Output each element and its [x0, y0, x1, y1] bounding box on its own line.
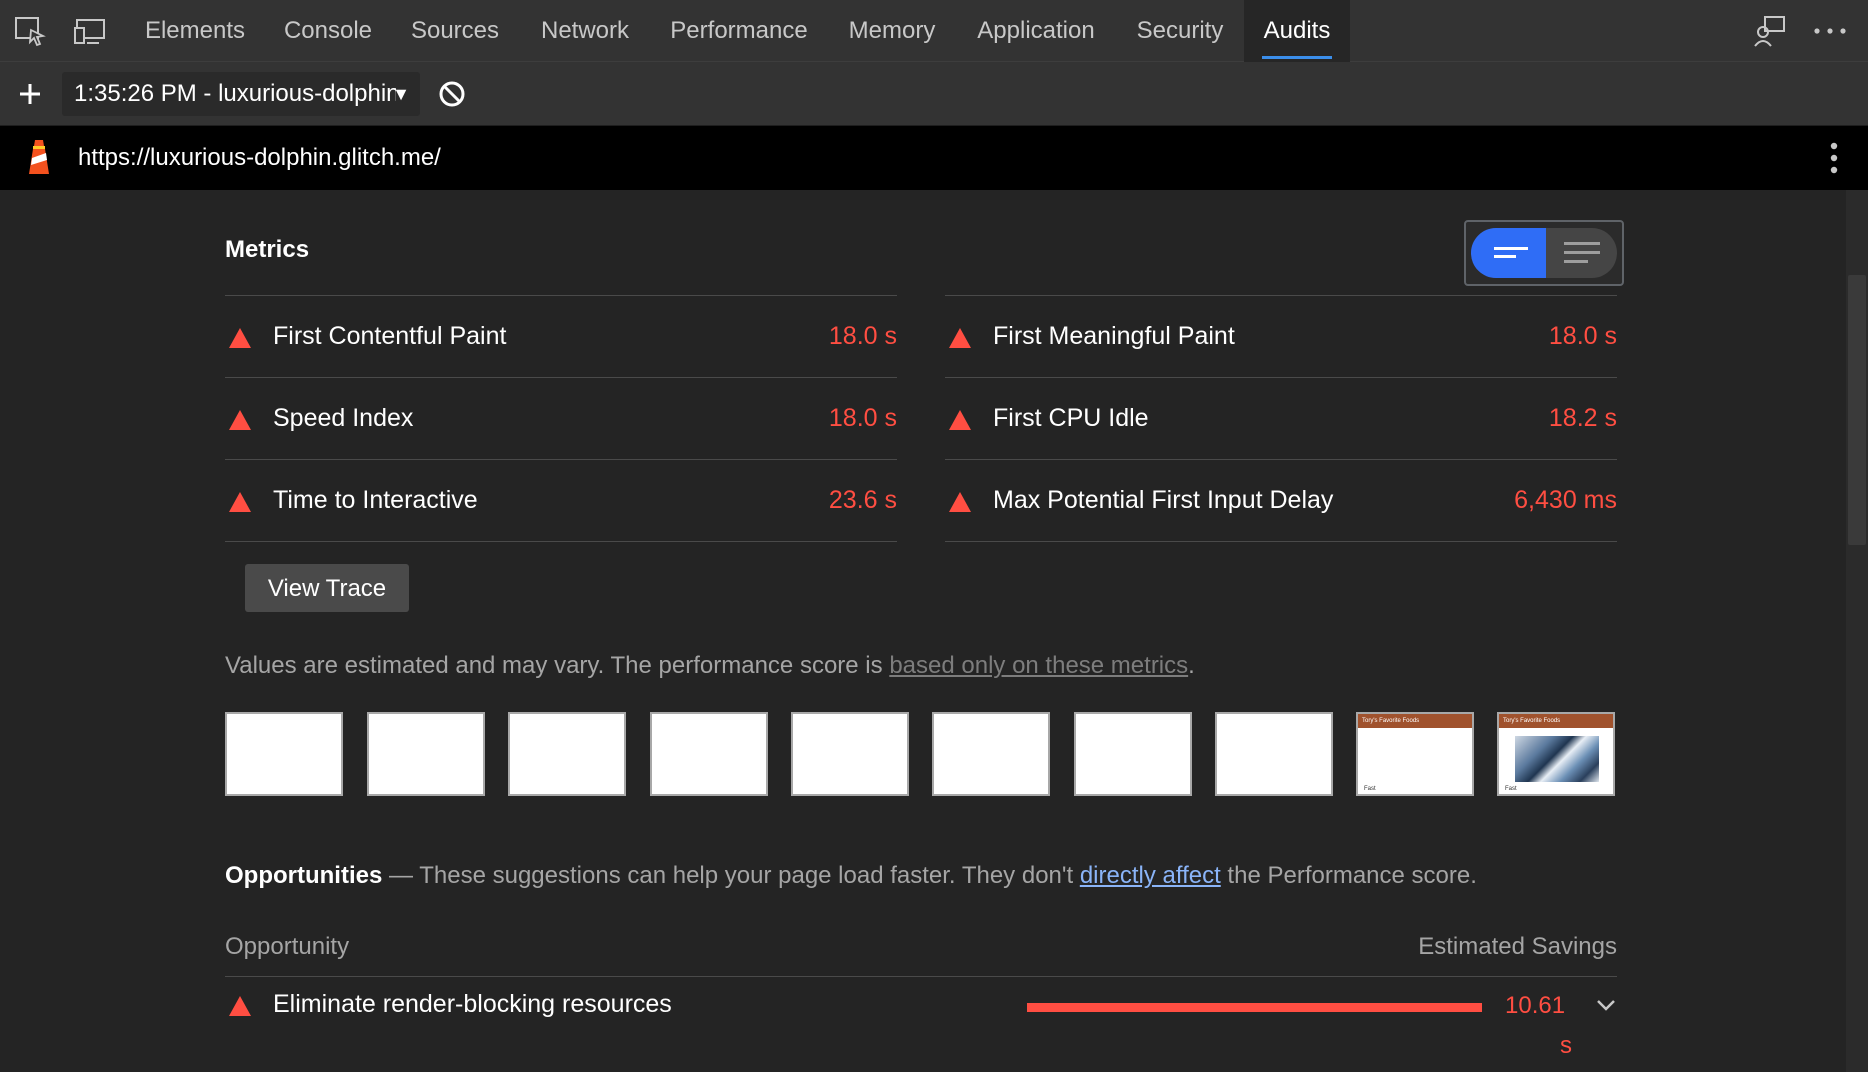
filmstrip-frame: Tory's Favorite Foods Fast	[1356, 712, 1474, 796]
metrics-link[interactable]: based only on these metrics	[889, 652, 1188, 679]
plus-icon[interactable]	[12, 76, 48, 112]
filmstrip-frame	[791, 712, 909, 796]
filmstrip-frame	[508, 712, 626, 796]
lighthouse-icon	[24, 138, 54, 183]
report-select[interactable]: 1:35:26 PM - luxurious-dolphin.glitch.me…	[62, 72, 420, 116]
savings-column-header: Estimated Savings	[1418, 933, 1617, 960]
filmstrip-frame	[367, 712, 485, 796]
caret-down-icon: ▼	[392, 84, 410, 104]
metric-value: 18.0 s	[828, 322, 897, 350]
opportunities-header: Opportunities — These suggestions can he…	[225, 862, 1477, 890]
tab-console[interactable]: Console	[268, 0, 388, 62]
expanded-view-icon[interactable]	[1564, 242, 1600, 271]
report-select-value: 1:35:26 PM - luxurious-dolphin.glitch.me	[74, 80, 396, 107]
fail-triangle-icon	[949, 410, 971, 430]
metrics-disclaimer: Values are estimated and may vary. The p…	[225, 652, 1195, 680]
metric-label: Max Potential First Input Delay	[993, 486, 1334, 514]
metric-value: 18.0 s	[1548, 322, 1617, 350]
divider	[225, 976, 1617, 977]
metric-value: 18.0 s	[828, 404, 897, 432]
filmstrip-frame	[225, 712, 343, 796]
metric-row: First CPU Idle 18.2 s	[945, 377, 1617, 459]
filmstrip-frame	[932, 712, 1050, 796]
view-trace-button[interactable]: View Trace	[245, 564, 409, 612]
metric-row: First Contentful Paint 18.0 s	[225, 295, 897, 377]
disclaimer-text: Values are estimated and may vary. The p…	[225, 652, 890, 679]
metric-value: 18.2 s	[1548, 404, 1617, 432]
metric-value: 23.6 s	[828, 486, 897, 514]
fail-triangle-icon	[949, 492, 971, 512]
thumb-header: Tory's Favorite Foods	[1358, 714, 1472, 728]
tab-sources[interactable]: Sources	[396, 0, 514, 62]
metric-label: First Contentful Paint	[273, 322, 507, 350]
metrics-view-toggle[interactable]	[1464, 220, 1624, 286]
metric-row: Speed Index 18.0 s	[225, 377, 897, 459]
filmstrip-frame: Tory's Favorite Foods Fast	[1497, 712, 1615, 796]
compact-view-icon[interactable]	[1494, 247, 1528, 268]
thumb-header: Tory's Favorite Foods	[1499, 714, 1613, 728]
metric-label: First Meaningful Paint	[993, 322, 1235, 350]
more-options-icon[interactable]	[1812, 13, 1848, 49]
device-emulation-icon[interactable]	[72, 13, 108, 49]
fail-triangle-icon	[229, 996, 251, 1016]
directly-affect-link[interactable]: directly affect	[1080, 862, 1221, 889]
thumb-footer: Fast	[1505, 786, 1517, 792]
opportunities-title: Opportunities	[225, 862, 383, 889]
opportunity-label: Eliminate render-blocking resources	[273, 990, 672, 1018]
opportunity-column-header: Opportunity	[225, 933, 350, 960]
metric-row: First Meaningful Paint 18.0 s	[945, 295, 1617, 377]
divider	[225, 541, 897, 542]
divider	[945, 541, 1617, 542]
metrics-title: Metrics	[225, 236, 310, 263]
metric-label: First CPU Idle	[993, 404, 1149, 432]
tab-elements[interactable]: Elements	[128, 0, 262, 62]
thumb-image	[1515, 736, 1599, 782]
tab-memory[interactable]: Memory	[830, 0, 954, 62]
kebab-menu-icon[interactable]	[1830, 142, 1838, 179]
clear-icon[interactable]	[434, 76, 470, 112]
metric-label: Speed Index	[273, 404, 414, 432]
opportunities-desc: These suggestions can help your page loa…	[419, 862, 1080, 889]
tab-performance[interactable]: Performance	[656, 0, 822, 62]
audited-url: https://luxurious-dolphin.glitch.me/	[78, 144, 441, 171]
filmstrip-frame	[650, 712, 768, 796]
tab-audits[interactable]: Audits	[1244, 0, 1350, 62]
report-toolbar: 1:35:26 PM - luxurious-dolphin.glitch.me…	[0, 62, 1868, 126]
fail-triangle-icon	[229, 328, 251, 348]
tab-security[interactable]: Security	[1118, 0, 1242, 62]
url-bar: https://luxurious-dolphin.glitch.me/	[0, 126, 1868, 190]
fail-triangle-icon	[949, 328, 971, 348]
devtools-tab-bar: Elements Console Sources Network Perform…	[0, 0, 1868, 62]
fail-triangle-icon	[229, 410, 251, 430]
disclaimer-end: .	[1188, 652, 1195, 679]
feedback-icon[interactable]	[1752, 13, 1788, 49]
tab-application[interactable]: Application	[962, 0, 1110, 62]
metric-row: Max Potential First Input Delay 6,430 ms	[945, 459, 1617, 541]
inspect-element-icon[interactable]	[12, 13, 48, 49]
fail-triangle-icon	[229, 492, 251, 512]
thumb-footer: Fast	[1364, 786, 1376, 792]
metric-row: Time to Interactive 23.6 s	[225, 459, 897, 541]
opportunities-desc-end: the Performance score.	[1220, 862, 1477, 889]
opportunities-dash: —	[382, 862, 420, 889]
savings-value: 10.61	[1505, 992, 1566, 1019]
savings-unit: s	[1560, 1032, 1572, 1059]
scrollbar-thumb[interactable]	[1848, 275, 1866, 545]
filmstrip-frame	[1074, 712, 1192, 796]
filmstrip-frame	[1215, 712, 1333, 796]
savings-bar	[1027, 1003, 1482, 1012]
metric-value: 6,430 ms	[1514, 486, 1617, 514]
tab-network[interactable]: Network	[522, 0, 648, 62]
chevron-down-icon[interactable]	[1595, 998, 1617, 1017]
metric-label: Time to Interactive	[273, 486, 478, 514]
